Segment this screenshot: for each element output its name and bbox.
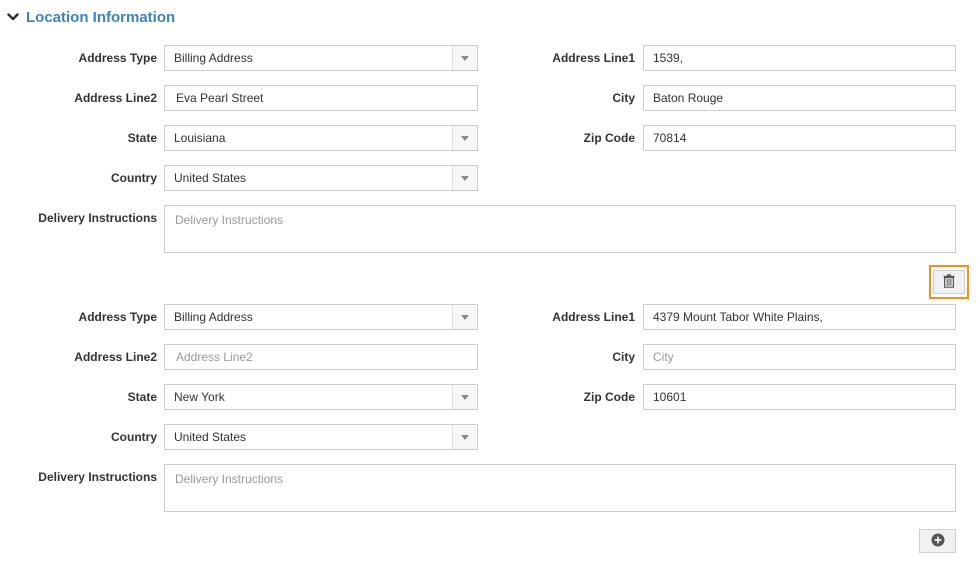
address-line1-input[interactable]: 1539, <box>643 45 956 71</box>
zip-code-label: Zip Code <box>583 131 635 145</box>
delivery-instructions-label: Delivery Instructions <box>38 211 157 225</box>
city-input[interactable]: City <box>643 344 956 370</box>
dropdown-arrow-icon <box>452 385 477 409</box>
delete-highlight <box>929 265 969 299</box>
delivery-instructions-textarea[interactable]: Delivery Instructions <box>164 205 956 253</box>
address-type-label: Address Type <box>78 310 157 324</box>
country-select[interactable]: United States <box>164 165 478 191</box>
country-value: United States <box>174 171 247 185</box>
address-line2-label: Address Line2 <box>74 91 157 105</box>
state-value: Louisiana <box>174 131 226 145</box>
add-address-button[interactable] <box>919 529 956 553</box>
state-label: State <box>127 390 157 404</box>
address-type-value: Billing Address <box>174 310 253 324</box>
dropdown-arrow-icon <box>452 425 477 449</box>
address-line1-label: Address Line1 <box>552 310 635 324</box>
dropdown-arrow-icon <box>452 305 477 329</box>
location-section-header[interactable]: Location Information <box>7 8 175 26</box>
state-select[interactable]: Louisiana <box>164 125 478 151</box>
city-label: City <box>612 350 635 364</box>
country-select[interactable]: United States <box>164 424 478 450</box>
chevron-down-icon <box>7 12 19 22</box>
address-line1-label: Address Line1 <box>552 51 635 65</box>
address-line2-input[interactable]: Eva Pearl Street <box>164 85 478 111</box>
address-type-select[interactable]: Billing Address <box>164 45 478 71</box>
country-value: United States <box>174 430 247 444</box>
zip-code-label: Zip Code <box>583 390 635 404</box>
address-type-label: Address Type <box>78 51 157 65</box>
delivery-instructions-textarea[interactable]: Delivery Instructions <box>164 464 956 512</box>
plus-circle-icon <box>931 533 945 550</box>
address-type-value: Billing Address <box>174 51 253 65</box>
dropdown-arrow-icon <box>452 126 477 150</box>
zip-code-input[interactable]: 10601 <box>643 384 956 410</box>
country-label: Country <box>111 171 157 185</box>
address-type-select[interactable]: Billing Address <box>164 304 478 330</box>
section-title: Location Information <box>26 8 176 26</box>
state-value: New York <box>174 390 225 404</box>
country-label: Country <box>111 430 157 444</box>
dropdown-arrow-icon <box>452 166 477 190</box>
delivery-instructions-label: Delivery Instructions <box>38 470 157 484</box>
address-line2-input[interactable]: Address Line2 <box>164 344 478 370</box>
address-line2-label: Address Line2 <box>74 350 157 364</box>
delete-address-button[interactable] <box>933 270 965 294</box>
address-line1-input[interactable]: 4379 Mount Tabor White Plains, <box>643 304 956 330</box>
dropdown-arrow-icon <box>452 46 477 70</box>
city-label: City <box>612 91 635 105</box>
trash-icon <box>943 273 955 291</box>
city-input[interactable]: Baton Rouge <box>643 85 956 111</box>
zip-code-input[interactable]: 70814 <box>643 125 956 151</box>
state-select[interactable]: New York <box>164 384 478 410</box>
state-label: State <box>127 131 157 145</box>
